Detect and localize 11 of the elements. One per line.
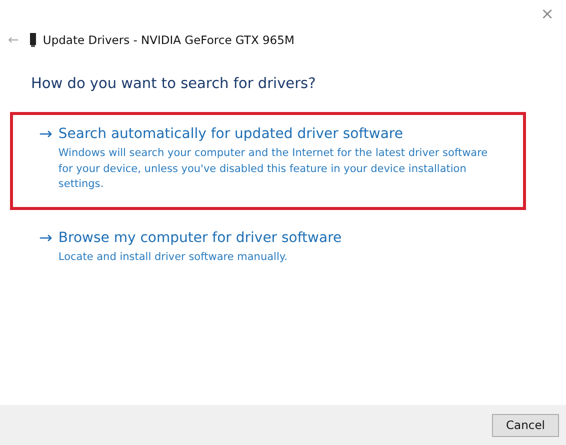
window-title: Update Drivers - NVIDIA GeForce GTX 965M: [42, 33, 294, 47]
option-link[interactable]: Browse my computer for driver software: [58, 228, 342, 246]
arrow-icon: →: [39, 125, 52, 143]
cancel-button[interactable]: Cancel: [492, 414, 559, 436]
option-description: Windows will search your computer and the Internet for the latest driver software for your device, unless you've disabled this feature in your device installation settings.: [58, 146, 489, 192]
device-icon: [28, 33, 37, 47]
arrow-icon: →: [39, 228, 52, 246]
option-description: Locate and install driver software manually.: [58, 250, 288, 264]
option-link[interactable]: Search automatically for updated driver software: [58, 125, 498, 143]
page-heading: How do you want to search for drivers?: [31, 76, 317, 92]
close-button[interactable]: ×: [536, 2, 558, 24]
